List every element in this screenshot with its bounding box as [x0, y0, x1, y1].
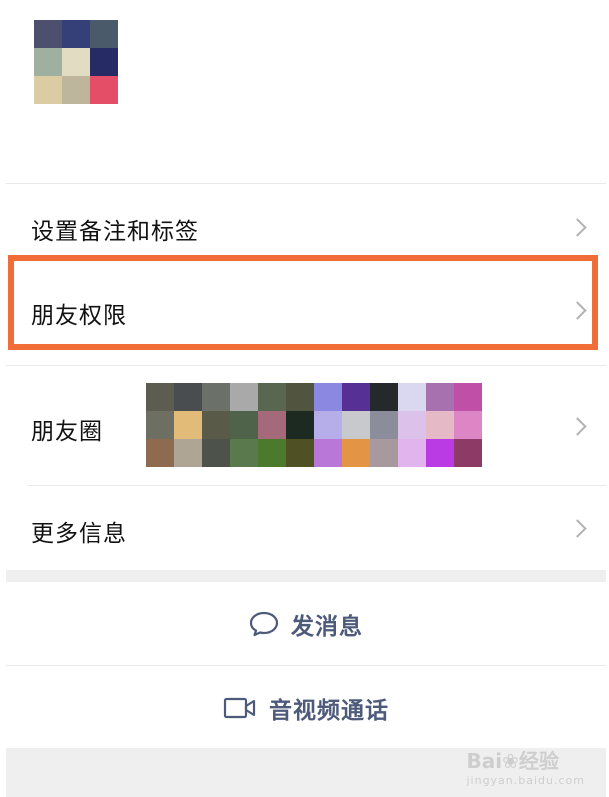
moments-thumbnail-tile — [230, 439, 258, 467]
moments-thumbnail-tile — [314, 439, 342, 467]
moments-thumbnail-tile — [454, 411, 482, 439]
moments-thumbnail-tile — [146, 383, 174, 411]
moments-thumbnail-tile — [342, 411, 370, 439]
section-gap — [6, 570, 606, 582]
moments-thumbnail-tile — [146, 439, 174, 467]
moments-thumbnail-tile — [454, 439, 482, 467]
avatar-tile — [34, 20, 62, 48]
contact-profile-page: 设置备注和标签 朋友权限 朋友圈 更多信息 发消息 音视频通话 — [6, 0, 606, 797]
video-call-label: 音视频通话 — [269, 698, 389, 724]
highlight-box — [8, 255, 598, 350]
moments-thumbnail-tile — [202, 383, 230, 411]
divider — [6, 665, 606, 666]
moments-thumbnail-tile — [258, 439, 286, 467]
moments-thumbnail-tile — [286, 439, 314, 467]
moments-thumbnail-tile — [230, 383, 258, 411]
moments-thumbnail-tile — [174, 411, 202, 439]
avatar-tile — [34, 76, 62, 104]
set-remark-and-tags-label: 设置备注和标签 — [31, 219, 199, 245]
moments-thumbnail-tile — [314, 383, 342, 411]
send-message-label: 发消息 — [291, 614, 363, 640]
moments-thumbnail-tile — [258, 383, 286, 411]
moments-thumbnail-tile — [398, 411, 426, 439]
watermark-main: Bai❀经验 — [466, 749, 559, 773]
moments-thumbnail-tile — [286, 411, 314, 439]
baidu-jingyan-watermark: Bai❀经验 jingyan.baidu.com — [466, 745, 585, 787]
avatar[interactable] — [34, 20, 118, 104]
avatar-tile — [62, 76, 90, 104]
chat-bubble-icon — [249, 611, 279, 637]
moments-thumbnail-tile — [202, 411, 230, 439]
moments-thumbnail-tile — [174, 439, 202, 467]
moments-thumbnail-tile — [314, 411, 342, 439]
moments-label: 朋友圈 — [31, 419, 103, 445]
moments-thumbnail-tile — [454, 383, 482, 411]
moments-thumbnail-tile — [370, 439, 398, 467]
moments-thumbnail-tile — [342, 383, 370, 411]
moments-thumbnail-tile — [426, 383, 454, 411]
moments-thumbnail-tile — [230, 411, 258, 439]
more-info-row[interactable]: 更多信息 — [6, 486, 606, 570]
chevron-right-icon — [568, 218, 587, 237]
moments-thumbnail-tile — [258, 411, 286, 439]
more-info-label: 更多信息 — [31, 521, 127, 547]
avatar-tile — [62, 20, 90, 48]
moments-thumbnail-tile — [286, 383, 314, 411]
moments-thumbnail-tile — [370, 411, 398, 439]
avatar-tile — [90, 76, 118, 104]
send-message-button[interactable]: 发消息 — [6, 584, 606, 664]
moments-thumbnails[interactable] — [146, 383, 482, 467]
moments-thumbnail-tile — [398, 383, 426, 411]
moments-thumbnail-tile — [398, 439, 426, 467]
video-camera-icon — [223, 697, 256, 719]
moments-thumbnail-tile — [202, 439, 230, 467]
watermark-sub: jingyan.baidu.com — [466, 774, 585, 787]
moments-thumbnail-tile — [426, 439, 454, 467]
moments-thumbnail-tile — [146, 411, 174, 439]
video-call-button[interactable]: 音视频通话 — [6, 668, 606, 748]
moments-thumbnail-tile — [370, 383, 398, 411]
moments-thumbnail-tile — [342, 439, 370, 467]
avatar-tile — [90, 20, 118, 48]
chevron-right-icon — [568, 519, 587, 538]
moments-thumbnail-tile — [426, 411, 454, 439]
chevron-right-icon — [568, 417, 587, 436]
avatar-tile — [90, 48, 118, 76]
moments-thumbnail-tile — [174, 383, 202, 411]
avatar-tile — [34, 48, 62, 76]
avatar-tile — [62, 48, 90, 76]
